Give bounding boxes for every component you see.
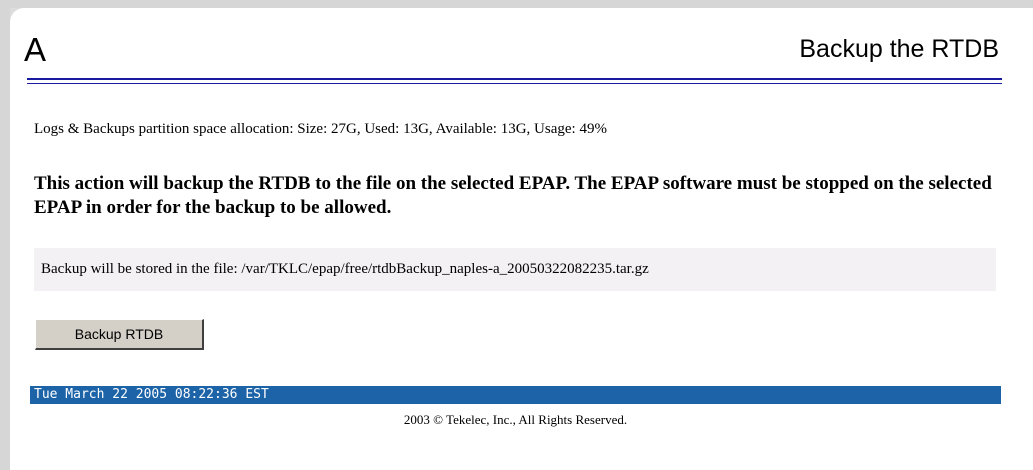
page-title: Backup the RTDB (799, 35, 999, 63)
header-rule-top (27, 78, 1002, 80)
status-bar: Tue March 22 2005 08:22:36 EST (30, 386, 1001, 404)
page-header: A Backup the RTDB (20, 28, 1001, 72)
window-frame-top (0, 0, 1033, 8)
backup-file-path-text: Backup will be stored in the file: /var/… (41, 261, 649, 277)
backup-warning-text: This action will backup the RTDB to the … (34, 173, 992, 218)
backup-file-box: Backup will be stored in the file: /var/… (34, 248, 996, 291)
copyright-notice: 2003 © Tekelec, Inc., All Rights Reserve… (403, 412, 628, 427)
header-rule-bottom (27, 83, 1002, 84)
partition-info-text: Logs & Backups partition space allocatio… (34, 121, 607, 137)
window-frame-left (0, 0, 10, 470)
status-datetime: Tue March 22 2005 08:22:36 EST (34, 387, 269, 402)
backup-rtdb-button[interactable]: Backup RTDB (35, 319, 204, 350)
epap-side-indicator: A (24, 31, 47, 68)
